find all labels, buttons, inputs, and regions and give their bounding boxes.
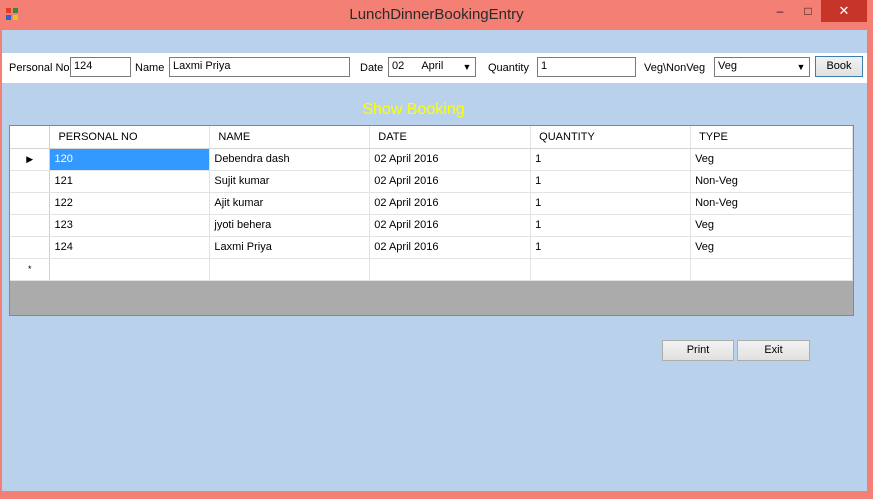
vegnonveg-label: Veg\NonVeg xyxy=(644,62,706,74)
vegnonveg-value: Veg xyxy=(718,60,737,72)
table-row[interactable]: 123 jyoti behera 02 April 2016 1 Veg xyxy=(10,214,853,237)
cell-type[interactable]: Veg xyxy=(690,214,853,237)
date-month: April xyxy=(421,60,444,72)
window-title: LunchDinnerBookingEntry xyxy=(349,6,524,23)
row-header[interactable] xyxy=(10,214,51,237)
name-label: Name xyxy=(135,62,165,74)
cell-personal-no[interactable]: 122 xyxy=(49,192,211,215)
header-row: PERSONAL NO NAME DATE QUANTITY TYPE xyxy=(10,126,853,149)
exit-button[interactable]: Exit xyxy=(737,340,810,361)
booking-grid[interactable]: PERSONAL NO NAME DATE QUANTITY TYPE ▶ 12… xyxy=(9,125,854,316)
new-cell-type[interactable] xyxy=(690,258,853,281)
cell-personal-no[interactable]: 121 xyxy=(49,170,211,193)
table-row[interactable]: 121 Sujit kumar 02 April 2016 1 Non-Veg xyxy=(10,170,853,193)
close-button[interactable]: ✕ xyxy=(821,0,867,22)
print-button[interactable]: Print xyxy=(662,340,734,361)
cell-name[interactable]: Sujit kumar xyxy=(209,170,371,193)
cell-quantity[interactable]: 1 xyxy=(530,214,692,237)
cell-name[interactable]: Debendra dash xyxy=(209,148,371,171)
table-row[interactable]: 124 Laxmi Priya 02 April 2016 1 Veg xyxy=(10,236,853,259)
cell-personal-no[interactable]: 124 xyxy=(49,236,211,259)
cell-type[interactable]: Non-Veg xyxy=(690,170,853,193)
date-day: 02 xyxy=(392,60,405,72)
column-header-quantity[interactable]: QUANTITY xyxy=(530,126,692,149)
cell-quantity[interactable]: 1 xyxy=(530,148,692,171)
cell-name[interactable]: jyoti behera xyxy=(209,214,371,237)
new-cell-date[interactable] xyxy=(369,258,532,281)
cell-type[interactable]: Veg xyxy=(690,148,853,171)
cell-personal-no[interactable]: 123 xyxy=(49,214,211,237)
quantity-field[interactable]: 1 xyxy=(537,57,636,77)
cell-quantity[interactable]: 1 xyxy=(530,236,692,259)
row-header[interactable] xyxy=(10,236,51,259)
name-field[interactable]: Laxmi Priya xyxy=(169,57,350,77)
minimize-button[interactable]: – xyxy=(765,0,795,22)
client-area: Personal No 124 Name Laxmi Priya Date 02… xyxy=(2,30,867,491)
cell-date[interactable]: 02 April 2016 xyxy=(369,148,532,171)
new-cell-personal-no[interactable] xyxy=(49,258,211,281)
current-row-indicator-icon[interactable]: ▶ xyxy=(10,148,51,171)
row-header[interactable] xyxy=(10,192,51,215)
cell-date[interactable]: 02 April 2016 xyxy=(369,214,532,237)
booking-table: PERSONAL NO NAME DATE QUANTITY TYPE ▶ 12… xyxy=(10,126,853,281)
date-label: Date xyxy=(360,62,384,74)
chevron-down-icon[interactable]: ▼ xyxy=(461,61,473,73)
new-row[interactable]: * xyxy=(10,258,853,281)
maximize-button[interactable]: □ xyxy=(795,0,821,22)
title-bar: LunchDinnerBookingEntry – □ ✕ xyxy=(0,0,873,30)
quantity-label: Quantity xyxy=(488,62,529,74)
column-header-personal-no[interactable]: PERSONAL NO xyxy=(49,126,211,149)
cell-date[interactable]: 02 April 2016 xyxy=(369,192,532,215)
personal-no-label: Personal No xyxy=(9,62,70,74)
new-cell-name[interactable] xyxy=(209,258,371,281)
cell-name[interactable]: Ajit kumar xyxy=(209,192,371,215)
column-header-name[interactable]: NAME xyxy=(209,126,371,149)
cell-date[interactable]: 02 April 2016 xyxy=(369,236,532,259)
row-header[interactable] xyxy=(10,170,51,193)
cell-quantity[interactable]: 1 xyxy=(530,170,692,193)
column-header-date[interactable]: DATE xyxy=(369,126,532,149)
cell-type[interactable]: Veg xyxy=(690,236,853,259)
corner-header xyxy=(10,126,51,149)
date-picker[interactable]: 02 April ▼ xyxy=(388,57,476,77)
table-row[interactable]: ▶ 120 Debendra dash 02 April 2016 1 Veg xyxy=(10,148,853,171)
cell-date[interactable]: 02 April 2016 xyxy=(369,170,532,193)
cell-personal-no[interactable]: 120 xyxy=(49,148,211,171)
chevron-down-icon[interactable]: ▼ xyxy=(795,61,807,73)
cell-quantity[interactable]: 1 xyxy=(530,192,692,215)
new-row-indicator-icon[interactable]: * xyxy=(10,258,51,281)
cell-type[interactable]: Non-Veg xyxy=(690,192,853,215)
new-cell-quantity[interactable] xyxy=(530,258,692,281)
cell-name[interactable]: Laxmi Priya xyxy=(209,236,371,259)
personal-no-field[interactable]: 124 xyxy=(70,57,131,77)
show-booking-heading: Show Booking xyxy=(362,101,465,118)
book-button[interactable]: Book xyxy=(815,56,863,77)
vegnonveg-select[interactable]: Veg ▼ xyxy=(714,57,810,77)
table-row[interactable]: 122 Ajit kumar 02 April 2016 1 Non-Veg xyxy=(10,192,853,215)
column-header-type[interactable]: TYPE xyxy=(690,126,853,149)
